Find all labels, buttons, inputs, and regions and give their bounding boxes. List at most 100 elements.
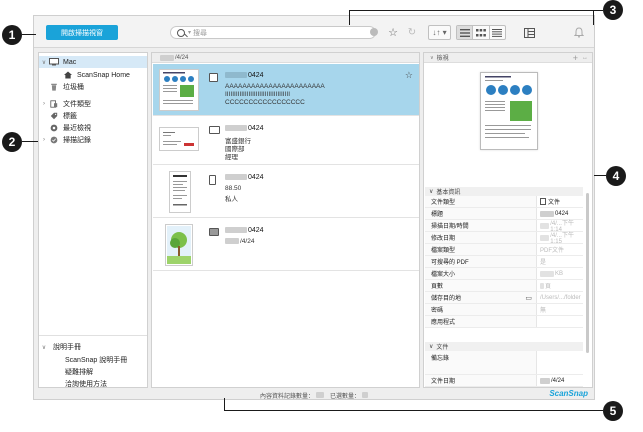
selected-count-label: 已選數量： xyxy=(330,393,361,400)
document-type-icon xyxy=(209,73,218,82)
item-line: AAAAAAAAAAAAAAAAAAAAAAA xyxy=(225,83,325,90)
scansnap-logo: ScanSnap xyxy=(549,389,588,398)
sidebar-item-mac[interactable]: ∨ Mac xyxy=(39,56,147,68)
info-panel-header: ∨ 檢視 + ↔ xyxy=(424,53,592,63)
search-field[interactable]: ▾ 搜尋 xyxy=(170,26,376,39)
scan-history-icon xyxy=(50,136,58,144)
item-line: CCCCCCCCCCCCCCCCC xyxy=(225,99,305,106)
prop-memo[interactable]: 備忘錄 xyxy=(425,351,583,375)
thumbnail-view-icon[interactable] xyxy=(473,26,490,39)
prop-searchable-pdf: 可搜尋的 PDF 是 xyxy=(425,256,583,268)
callout-5-line-h xyxy=(224,410,603,411)
callout-3-line-h xyxy=(349,10,603,11)
callout-1: 1 xyxy=(2,25,22,45)
item-line: 88.50 xyxy=(225,185,242,192)
sidebar-item-recent[interactable]: 最近檢視 xyxy=(39,122,147,134)
item-title: 0424 xyxy=(225,174,264,181)
view-switch-group xyxy=(456,25,506,40)
sort-button[interactable]: ↓↑ ▾ xyxy=(428,25,451,40)
prop-application[interactable]: 應用程式 xyxy=(425,316,583,328)
list-view-icon[interactable] xyxy=(457,26,474,39)
item-line: /4/24 xyxy=(225,238,254,245)
help-title: 說明手冊 xyxy=(53,344,81,351)
left-sidebar: ∨ Mac ScanSnap Home 垃圾桶 › 文件類型 標籤 最近檢視 › xyxy=(38,52,148,388)
chevron-down-icon[interactable]: ∨ xyxy=(430,55,434,61)
sidebar-item-label: ScanSnap Home xyxy=(77,71,130,79)
item-line: 私人 xyxy=(225,196,238,203)
callout-1-line xyxy=(22,34,36,35)
chevron-right-icon[interactable]: › xyxy=(39,101,49,107)
sync-icon[interactable]: ↻ xyxy=(406,25,418,40)
info-panel: ∨ 檢視 + ↔ ∨ 基本資訊 文件類型 文件 標題 0424 掃描日期/時間/4/… xyxy=(423,52,593,388)
list-item[interactable]: 0424 AAAAAAAAAAAAAAAAAAAAAAA IIIIIIIIIII… xyxy=(153,64,419,116)
toolbar: 開啟掃描視窗 ▾ 搜尋 ☆ ↻ ↓↑ ▾ xyxy=(34,16,594,48)
sidebar-item-tags[interactable]: 標籤 xyxy=(39,110,147,122)
sidebar-item-label: Mac xyxy=(63,58,77,66)
sidebar-divider xyxy=(39,335,147,336)
callout-5-line-v xyxy=(224,398,225,410)
help-item-manual[interactable]: ScanSnap 說明手冊 xyxy=(39,354,147,366)
sidebar-item-label: 垃圾桶 xyxy=(63,84,84,91)
chevron-down-icon[interactable]: ∨ xyxy=(39,59,49,66)
sidebar-item-label: 掃描記錄 xyxy=(63,137,91,144)
search-clear-icon[interactable] xyxy=(370,28,378,36)
notification-bell-icon[interactable] xyxy=(572,25,586,40)
callout-2: 2 xyxy=(2,132,22,152)
info-scrollbar[interactable] xyxy=(586,193,589,353)
open-scan-window-button[interactable]: 開啟掃描視窗 xyxy=(46,25,118,40)
star-filter-icon[interactable]: ☆ xyxy=(386,25,400,40)
folder-icon[interactable]: ▭ xyxy=(525,294,532,302)
prop-document-date[interactable]: 文件日期/4/24 xyxy=(425,375,583,387)
chevron-down-icon[interactable]: ∨ xyxy=(429,343,433,350)
list-item[interactable]: 0424 富盛銀行 國際部 經理 xyxy=(153,117,419,165)
sidebar-help-header[interactable]: ∨ 說明手冊 xyxy=(39,341,147,353)
trash-icon xyxy=(51,83,57,91)
recent-view-icon xyxy=(50,124,58,132)
panel-toggle-icon[interactable] xyxy=(522,25,536,40)
status-bar: 內容資料記錄數量： 已選數量： xyxy=(38,390,591,400)
chevron-down-icon[interactable]: ∨ xyxy=(39,344,49,351)
document-icon xyxy=(540,198,546,205)
prop-save-destination[interactable]: 儲存目的地 ▭/Users/.../folder xyxy=(425,292,583,304)
callout-3-line-v xyxy=(349,10,350,25)
sidebar-item-label: 最近檢視 xyxy=(63,125,91,132)
document-thumbnail xyxy=(159,69,199,111)
search-dropdown-icon: ▾ xyxy=(188,30,192,36)
preview-page xyxy=(480,72,538,150)
chevron-down-icon[interactable]: ∨ xyxy=(429,188,433,195)
sidebar-item-scansnap-home[interactable]: ScanSnap Home xyxy=(39,69,147,81)
photo-thumbnail xyxy=(165,224,193,266)
favorite-star-icon[interactable]: ☆ xyxy=(405,70,413,81)
sidebar-item-document-type[interactable]: › 文件類型 xyxy=(39,98,147,110)
business-card-icon xyxy=(209,126,220,134)
list-item[interactable]: 0424 88.50 私人 xyxy=(153,166,419,218)
sidebar-item-trash[interactable]: 垃圾桶 xyxy=(39,81,147,93)
callout-3: 3 xyxy=(603,0,623,20)
resize-icon[interactable]: ↔ xyxy=(582,55,588,61)
item-line: IIIIIIIIIIIIIIIIIIIIIIIIIIIIIIIIIIII xyxy=(225,91,291,98)
business-card-thumbnail xyxy=(159,127,199,151)
prop-file-size: 檔案大小 KB xyxy=(425,268,583,280)
document-preview xyxy=(425,64,591,184)
search-placeholder: 搜尋 xyxy=(193,29,208,37)
document-section[interactable]: ∨ 文件 xyxy=(425,342,583,351)
scansnap-home-window: 開啟掃描視窗 ▾ 搜尋 ☆ ↻ ↓↑ ▾ ∨ Mac ScanSnap Home… xyxy=(33,15,595,400)
sidebar-item-scan-history[interactable]: › 掃描記錄 xyxy=(39,134,147,146)
basic-info-section[interactable]: ∨ 基本資訊 xyxy=(425,187,583,196)
section-title: 基本資訊 xyxy=(436,190,461,196)
photo-icon xyxy=(209,228,219,236)
content-list: /4/24 0424 AAAAAAAAAAAAAAAAAAAAAAA IIIII… xyxy=(151,52,420,388)
document-type-icon xyxy=(50,100,58,108)
add-icon[interactable]: + xyxy=(573,53,578,63)
computer-icon xyxy=(49,58,59,66)
item-title: 0424 xyxy=(225,125,264,132)
sidebar-item-label: 標籤 xyxy=(63,113,77,120)
callout-5: 5 xyxy=(603,401,623,421)
detail-view-icon[interactable] xyxy=(490,26,505,39)
help-item-contact[interactable]: 洽詢使用方法 xyxy=(39,378,147,390)
chevron-right-icon[interactable]: › xyxy=(39,137,49,143)
section-title: 文件 xyxy=(436,345,449,351)
search-icon xyxy=(177,28,185,37)
help-item-troubleshooting[interactable]: 疑難排解 xyxy=(39,366,147,378)
list-item[interactable]: 0424 /4/24 xyxy=(153,219,419,271)
